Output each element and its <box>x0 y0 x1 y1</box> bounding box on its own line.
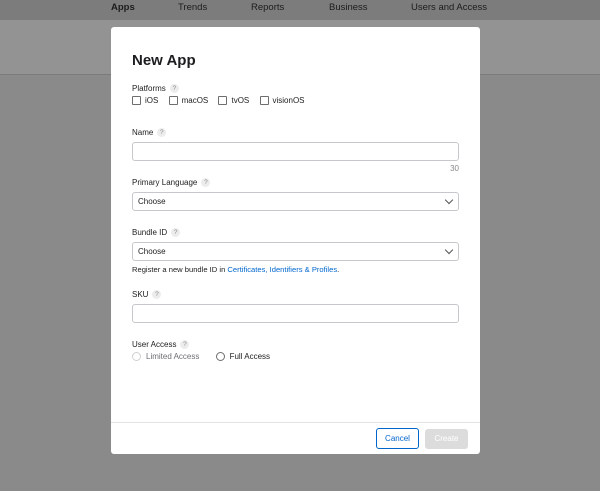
bundle-id-note-suffix: . <box>337 265 340 274</box>
platforms-label: Platforms? <box>132 84 179 94</box>
limited-access-label: Limited Access <box>146 352 200 361</box>
help-icon[interactable]: ? <box>157 128 167 138</box>
help-icon[interactable]: ? <box>169 84 179 94</box>
platform-macos-label: macOS <box>181 96 209 105</box>
top-navigation: Apps Trends Reports Business Users and A… <box>0 0 600 20</box>
sku-label-text: SKU <box>132 290 149 299</box>
help-icon[interactable]: ? <box>201 178 211 188</box>
platform-tvos-label: tvOS <box>231 96 250 105</box>
checkbox-visionos[interactable] <box>259 96 269 105</box>
chevron-down-icon <box>444 245 454 255</box>
user-access-radio-group: Limited Access Full Access <box>132 352 284 363</box>
new-app-dialog: New App Platforms? iOS macOS tvOS vision… <box>111 27 480 454</box>
nav-item-reports[interactable]: Reports <box>251 2 284 13</box>
chevron-down-icon <box>444 195 454 205</box>
nav-item-trends[interactable]: Trends <box>178 2 207 13</box>
name-label: Name? <box>132 128 167 138</box>
name-label-text: Name <box>132 128 154 137</box>
nav-item-apps[interactable]: Apps <box>111 2 135 13</box>
primary-language-selected: Choose <box>138 197 166 206</box>
sku-input[interactable] <box>132 304 459 323</box>
bundle-id-selected: Choose <box>138 247 166 256</box>
cancel-button[interactable]: Cancel <box>376 428 419 449</box>
help-icon[interactable]: ? <box>171 228 181 238</box>
help-icon[interactable]: ? <box>152 290 162 300</box>
platform-ios-option[interactable]: iOS <box>132 96 158 105</box>
nav-item-users-and-access[interactable]: Users and Access <box>411 2 487 13</box>
platform-macos-option[interactable]: macOS <box>168 96 209 105</box>
dialog-title: New App <box>132 52 196 69</box>
user-access-label: User Access? <box>132 340 190 350</box>
radio-limited-access[interactable] <box>132 352 141 361</box>
certificates-identifiers-profiles-link[interactable]: Certificates, Identifiers & Profiles <box>227 265 337 274</box>
checkbox-macos[interactable] <box>168 96 178 105</box>
primary-language-label-text: Primary Language <box>132 178 198 187</box>
bundle-id-label: Bundle ID? <box>132 228 181 238</box>
platform-tvos-option[interactable]: tvOS <box>218 96 249 105</box>
sku-label: SKU? <box>132 290 162 300</box>
bundle-id-select[interactable]: Choose <box>132 242 459 261</box>
help-icon[interactable]: ? <box>180 340 190 350</box>
platforms-checkbox-group: iOS macOS tvOS visionOS <box>132 96 313 107</box>
checkbox-tvos[interactable] <box>218 96 228 105</box>
primary-language-label: Primary Language? <box>132 178 211 188</box>
platform-visionos-label: visionOS <box>272 96 305 105</box>
platform-ios-label: iOS <box>145 96 159 105</box>
bundle-id-note-prefix: Register a new bundle ID in <box>132 265 228 274</box>
full-access-label: Full Access <box>229 352 271 361</box>
radio-full-access[interactable] <box>215 352 225 361</box>
limited-access-option[interactable]: Limited Access <box>132 352 199 361</box>
name-char-counter: 30 <box>450 164 459 173</box>
create-button[interactable]: Create <box>425 429 468 449</box>
primary-language-select[interactable]: Choose <box>132 192 459 211</box>
bundle-id-note: Register a new bundle ID in Certificates… <box>132 265 339 274</box>
bundle-id-label-text: Bundle ID <box>132 228 168 237</box>
nav-item-business[interactable]: Business <box>329 2 368 13</box>
user-access-label-text: User Access <box>132 340 177 349</box>
platform-visionos-option[interactable]: visionOS <box>259 96 305 105</box>
full-access-option[interactable]: Full Access <box>215 352 271 361</box>
name-input[interactable] <box>132 142 459 161</box>
checkbox-ios[interactable] <box>132 96 141 105</box>
platforms-label-text: Platforms <box>132 84 166 93</box>
dialog-footer-divider <box>111 422 480 423</box>
